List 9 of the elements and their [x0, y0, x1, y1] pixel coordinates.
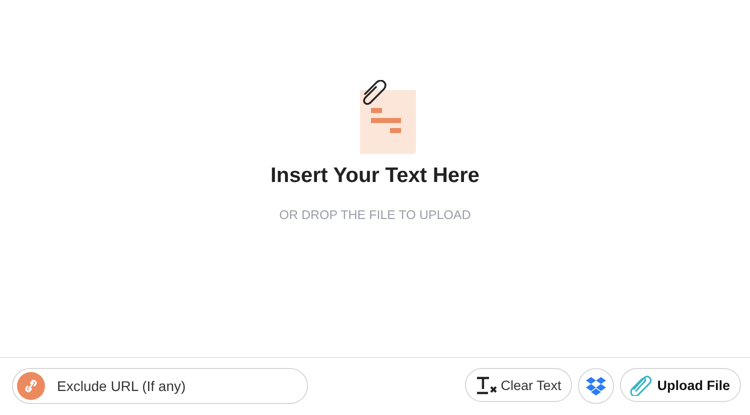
drop-zone-subtitle: OR DROP THE FILE TO UPLOAD — [279, 208, 471, 222]
dropbox-button[interactable] — [578, 368, 614, 404]
upload-file-button[interactable]: Upload File — [620, 368, 741, 402]
exclude-url-field[interactable]: Exclude URL (If any) — [12, 368, 308, 404]
paperclip-icon — [629, 374, 654, 396]
clear-format-icon — [476, 375, 498, 395]
clear-text-button[interactable]: Clear Text — [464, 368, 572, 402]
dropbox-icon — [585, 376, 608, 396]
drop-zone-title: Insert Your Text Here — [270, 164, 480, 188]
